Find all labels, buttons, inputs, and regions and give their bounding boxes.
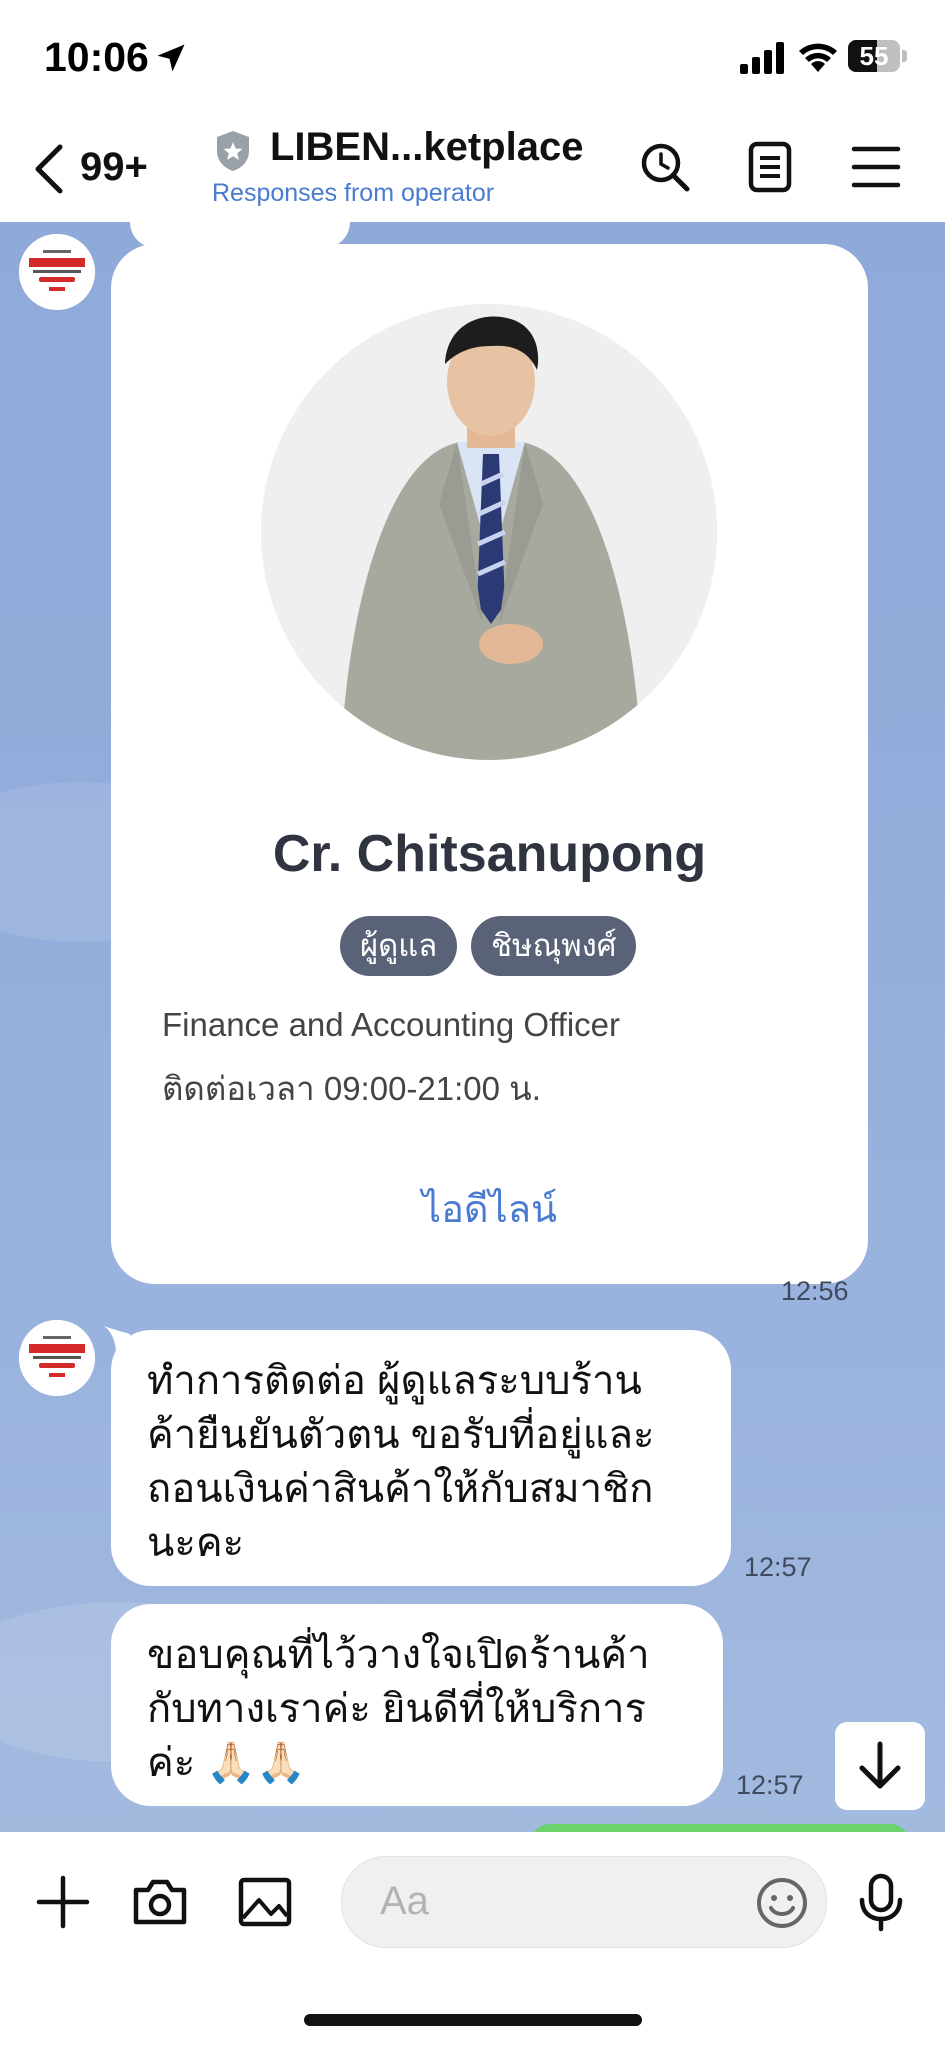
avatar[interactable]: [19, 1320, 95, 1396]
message-timestamp: 12:57: [736, 1770, 804, 1800]
notes-icon[interactable]: [742, 139, 798, 195]
home-indicator: [304, 2014, 642, 2026]
message-timestamp: 12:56: [781, 1276, 849, 1306]
input-placeholder: Aa: [380, 1879, 429, 1923]
microphone-icon[interactable]: [851, 1872, 911, 1932]
chat-area[interactable]: Cr. Chitsanupong ผู้ดูแล ชิษณุพงศ์ Finan…: [0, 222, 945, 1832]
unread-count[interactable]: 99+: [80, 145, 148, 190]
emoji-icon[interactable]: [754, 1875, 810, 1931]
location-arrow-icon: [157, 44, 185, 72]
plus-icon[interactable]: [33, 1872, 93, 1932]
role-tag: ผู้ดูแล: [340, 916, 458, 976]
store-logo-icon: [19, 1320, 95, 1396]
message-text: ทำการติดต่อ ผู้ดูแลระบบร้าน ค้ายืนยันตัว…: [147, 1359, 655, 1565]
scroll-to-bottom-button[interactable]: [835, 1722, 925, 1810]
outgoing-bubble-edge: [530, 1824, 910, 1832]
message-timestamp: 12:57: [744, 1552, 812, 1582]
back-icon[interactable]: [30, 141, 70, 197]
chat-title[interactable]: LIBEN...ketplace: [270, 125, 583, 170]
input-bar: Aa: [0, 1832, 945, 2048]
cellular-signal-icon: [740, 42, 784, 74]
message-text: ขอบคุณที่ไว้วางใจเปิดร้านค้า กับทางเราค่…: [147, 1633, 650, 1785]
camera-icon[interactable]: [130, 1872, 190, 1932]
battery-icon: 55: [848, 40, 908, 74]
line-id-link[interactable]: ไอดีไลน์: [111, 1178, 868, 1239]
message-bubble[interactable]: ขอบคุณที่ไว้วางใจเปิดร้านค้า กับทางเราค่…: [111, 1604, 723, 1806]
profile-photo: [261, 304, 717, 760]
message-bubble[interactable]: ทำการติดต่อ ผู้ดูแลระบบร้าน ค้ายืนยันตัว…: [111, 1330, 731, 1586]
profile-card[interactable]: Cr. Chitsanupong ผู้ดูแล ชิษณุพงศ์ Finan…: [111, 244, 868, 1284]
arrow-down-icon: [859, 1741, 901, 1789]
chat-subtitle: Responses from operator: [212, 179, 495, 207]
wifi-icon: [799, 43, 837, 72]
store-logo-icon: [19, 234, 95, 310]
status-time: 10:06: [44, 34, 149, 80]
person-photo: [261, 304, 717, 760]
shield-icon: [217, 131, 249, 171]
profile-role: Finance and Accounting Officer: [162, 1006, 621, 1043]
avatar[interactable]: [19, 234, 95, 310]
status-bar: 10:06 55: [0, 0, 945, 115]
profile-hours: ติดต่อเวลา 09:00-21:00 น.: [162, 1070, 541, 1107]
image-icon[interactable]: [235, 1872, 295, 1932]
chat-header: 99+ LIBEN...ketplace Responses from oper…: [0, 115, 945, 223]
menu-icon[interactable]: [848, 139, 904, 195]
message-input[interactable]: Aa: [341, 1856, 827, 1948]
battery-percent: 55: [859, 41, 889, 71]
name-tag: ชิษณุพงศ์: [471, 916, 637, 976]
search-icon[interactable]: [637, 139, 693, 195]
profile-name: Cr. Chitsanupong: [272, 825, 707, 883]
